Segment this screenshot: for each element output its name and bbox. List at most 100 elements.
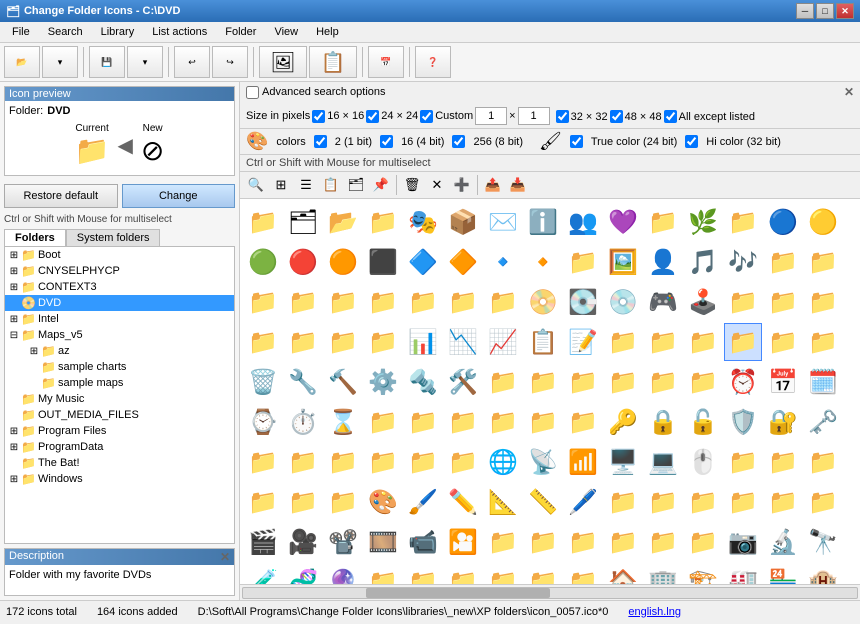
tree-toggle-boot[interactable]: ⊞ [7,250,21,261]
tree-item-sample-charts[interactable]: 📁 sample charts [5,359,234,375]
icon-cell[interactable]: 📁 [764,323,802,361]
icon-cell[interactable]: 🎮 [644,283,682,321]
tree-item-programdata[interactable]: ⊞ 📁 ProgramData [5,439,234,455]
tree-item-az[interactable]: ⊞ 📁 az [5,343,234,359]
icon-tool-remove[interactable]: ✕ [425,174,449,196]
tree-toggle-windows[interactable]: ⊞ [7,474,21,485]
icon-cell[interactable]: 🔶 [444,243,482,281]
cb-2bit[interactable] [314,135,327,148]
cb-24x24[interactable] [366,110,379,123]
icon-cell[interactable]: 🔮 [324,563,362,584]
icon-cell[interactable]: 📁 [404,563,442,584]
icon-cell[interactable]: 🔷 [404,243,442,281]
icon-cell[interactable]: 📁 [604,363,642,401]
open-arrow-button[interactable]: ▾ [42,46,78,78]
custom-height-input[interactable] [518,107,550,125]
icon-cell[interactable]: ⏱️ [284,403,322,441]
icon-cell[interactable]: 🧪 [244,563,282,584]
tree-item-out-media[interactable]: 📁 OUT_MEDIA_FILES [5,407,234,423]
tree-toggle-program-files[interactable]: ⊞ [7,426,21,437]
icon-cell[interactable]: 📁 [244,483,282,521]
tree-item-mapsv5[interactable]: ⊟ 📁 Maps_v5 [5,327,234,343]
icon-cell[interactable]: 📁 [404,403,442,441]
icon-cell[interactable]: 📁 [244,203,282,241]
icon-cell[interactable]: 📁 [484,563,522,584]
icon-tool-add[interactable]: ➕ [450,174,474,196]
icon-cell[interactable]: 🔵 [764,203,802,241]
tree-toggle-cny[interactable]: ⊞ [7,266,21,277]
menu-file[interactable]: File [4,24,38,40]
icon-cell[interactable]: 📁 [244,323,282,361]
tree-item-mymusic[interactable]: 📁 My Music [5,391,234,407]
tree-item-windows[interactable]: ⊞ 📁 Windows [5,471,234,487]
icon-cell[interactable]: 🟠 [324,243,362,281]
icon-cell[interactable]: ✉️ [484,203,522,241]
icon-cell[interactable]: 📁 [724,283,762,321]
menu-search[interactable]: Search [40,24,91,40]
menu-folder[interactable]: Folder [217,24,264,40]
icon-cell[interactable]: 📁 [644,483,682,521]
h-scrollbar-track[interactable] [242,587,858,599]
icon-cell[interactable]: 📁 [564,363,602,401]
icon-cell[interactable]: 📁 [764,483,802,521]
icon-cell[interactable]: 🎵 [684,243,722,281]
icon-tool-view3[interactable]: 📌 [369,174,393,196]
icon-cell[interactable]: 🎬 [244,523,282,561]
icon-cell[interactable]: 📁 [284,483,322,521]
icon-cell[interactable]: 🔭 [804,523,842,561]
icon-cell[interactable]: 📁 [724,203,762,241]
icon-cell[interactable]: 📁 [604,483,642,521]
icon-cell[interactable]: 📽️ [324,523,362,561]
icon-cell[interactable]: 📁 [444,443,482,481]
tree-item-dvd[interactable]: 📀 DVD [5,295,234,311]
icon-cell[interactable]: 📁 [764,283,802,321]
icon-cell[interactable]: 📁 [364,403,402,441]
tree-item-thebat[interactable]: 📁 The Bat! [5,455,234,471]
menu-view[interactable]: View [266,24,306,40]
icon-cell[interactable]: 🎥 [284,523,322,561]
icon-cell[interactable]: 📁 [804,243,842,281]
icon-cell[interactable]: ⌛ [324,403,362,441]
icon-cell[interactable]: 📁 [684,483,722,521]
icon-tool-navigate[interactable]: 🔍 [244,174,268,196]
icon-cell[interactable]: 🕹️ [684,283,722,321]
icon-cell[interactable]: 🏠 [604,563,642,584]
tree-toggle-az[interactable]: ⊞ [27,346,41,357]
icon-cell[interactable]: 🎶 [724,243,762,281]
icon-cell[interactable]: 📁 [364,563,402,584]
icon-cell[interactable]: 📁 [684,523,722,561]
tree-toggle-intel[interactable]: ⊞ [7,314,21,325]
icon-cell[interactable]: 📁 [324,443,362,481]
icon-tool-list[interactable]: ☰ [294,174,318,196]
icon-cell[interactable]: 📁 [804,283,842,321]
icon-cell[interactable]: 🖼️ [604,243,642,281]
icon-cell[interactable]: 📈 [484,323,522,361]
tree-toggle-ctx[interactable]: ⊞ [7,282,21,293]
icon-cell[interactable]: 📁 [524,523,562,561]
icon-cell[interactable]: 📁 [564,243,602,281]
cb-48x48[interactable] [610,110,623,123]
icon-cell[interactable]: 🖊️ [564,483,602,521]
redo-button[interactable]: ↪ [212,46,248,78]
icon-cell[interactable]: 📁 [484,283,522,321]
cb-truecolor[interactable] [570,135,583,148]
icon-cell[interactable]: 📉 [444,323,482,361]
icon-cell[interactable]: 📹 [404,523,442,561]
library-button[interactable]: 🖼 [259,46,307,78]
icon-cell[interactable]: 💻 [644,443,682,481]
tree-item-sample-maps[interactable]: 📁 sample maps [5,375,234,391]
icon-cell[interactable]: 🎨 [364,483,402,521]
cb-256bit[interactable] [452,135,465,148]
icon-cell[interactable]: 📅 [764,363,802,401]
icon-cell[interactable]: 📁 [644,323,682,361]
icon-cell[interactable]: 🎭 [404,203,442,241]
icon-cell[interactable]: ✏️ [444,483,482,521]
icon-cell[interactable]: 🔒 [644,403,682,441]
icon-cell[interactable]: 📁 [564,563,602,584]
icon-scroll-area[interactable]: 📁🗂📂📁🎭📦✉️ℹ️👥💜📁🌿📁🔵🟡🟢🔴🟠⬛🔷🔶🔹🔸📁🖼️👤🎵🎶📁📁📁📁📁📁📁📁📁… [240,199,860,584]
icon-cell[interactable]: 🛡️ [724,403,762,441]
icon-cell[interactable]: 📁 [764,443,802,481]
tree-item-boot[interactable]: ⊞ 📁 Boot [5,247,234,263]
icon-cell[interactable]: 📁 [324,283,362,321]
open-folder-button[interactable]: 📂 [4,46,40,78]
